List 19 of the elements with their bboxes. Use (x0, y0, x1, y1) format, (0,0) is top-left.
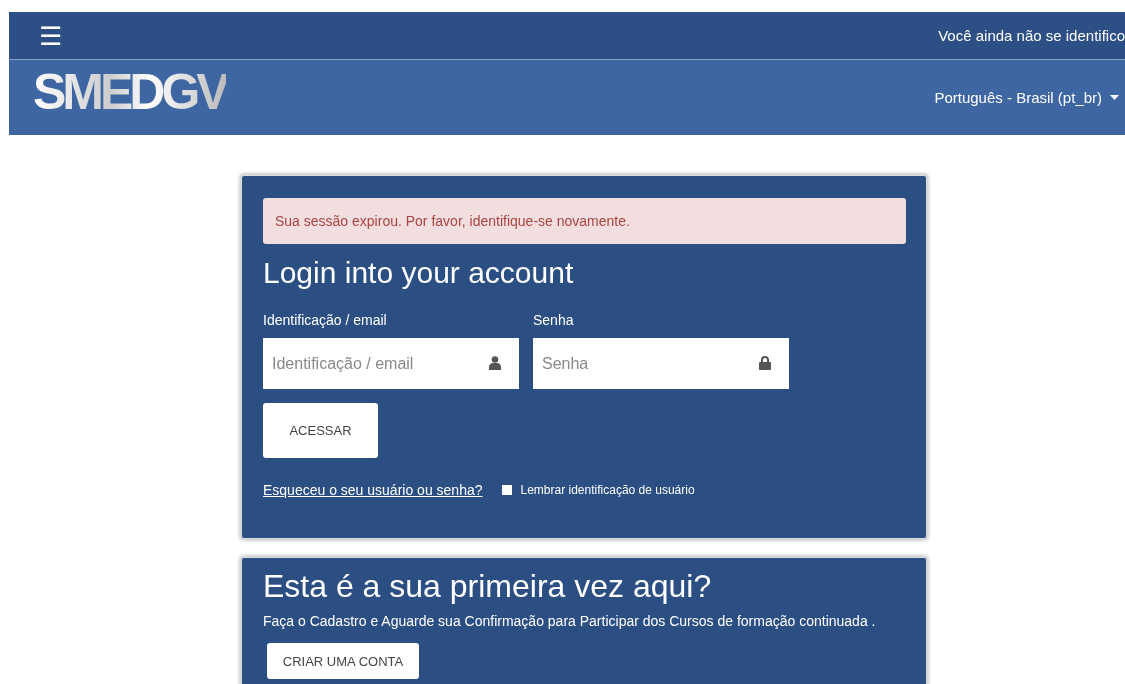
create-account-button[interactable]: CRIAR UMA CONTA (267, 643, 419, 679)
user-icon (489, 356, 501, 370)
signup-text: Faça o Cadastro e Aguarde sua Confirmação para Participar dos Cursos de formação continuada . (263, 613, 877, 629)
login-title: Login into your account (263, 256, 575, 290)
field-label: Identificação / email (263, 312, 388, 328)
login-button[interactable]: ACESSAR (263, 403, 378, 458)
lock-icon (759, 356, 771, 370)
remember-checkbox[interactable] (501, 485, 512, 495)
login-status: Você ainda não se identifico (938, 27, 1125, 44)
signup-title: Esta é a sua primeira vez aqui? (263, 568, 713, 605)
language-menu[interactable]: Português - Brasil (pt_br) (934, 89, 1119, 106)
session-alert: Sua sessão expirou. Por favor, identifique-se novamente. (263, 198, 906, 244)
field-label: Senha (533, 312, 575, 328)
remember-label: Lembrar identificação de usuário (520, 483, 695, 497)
menu-button[interactable]: ☰ (39, 22, 62, 49)
caret-icon (1110, 95, 1119, 100)
username-field[interactable]: Identificação / email (263, 338, 519, 389)
password-field[interactable]: Senha (533, 338, 789, 389)
forgot-password-link[interactable]: Esqueceu o seu usuário ou senha? (263, 482, 483, 498)
